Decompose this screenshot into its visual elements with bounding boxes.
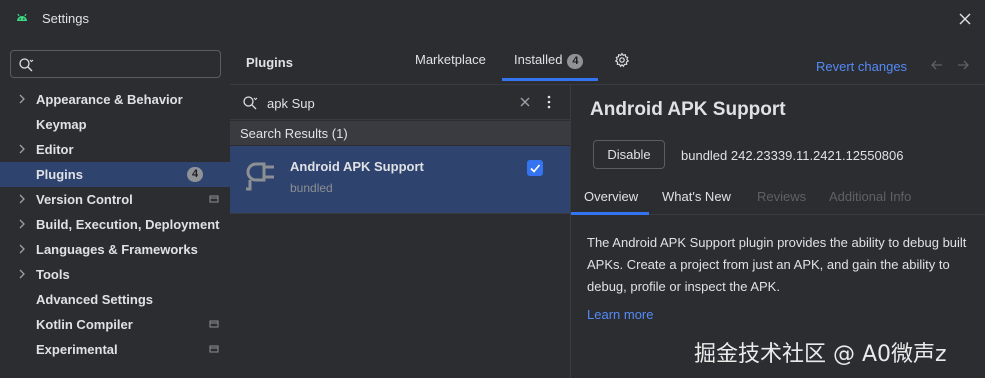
sidebar-item-label: Tools bbox=[36, 267, 70, 282]
disable-button[interactable]: Disable bbox=[593, 140, 665, 169]
tab-marketplace[interactable]: Marketplace bbox=[415, 52, 486, 67]
window-title: Settings bbox=[42, 11, 89, 26]
tab-installed[interactable]: Installed 4 bbox=[514, 52, 584, 69]
search-icon bbox=[243, 96, 258, 110]
sidebar-item-version-control[interactable]: Version Control bbox=[0, 187, 230, 212]
sidebar-item-label: Plugins bbox=[36, 167, 83, 182]
sidebar-item-languages[interactable]: Languages & Frameworks bbox=[0, 237, 230, 262]
settings-search-box[interactable] bbox=[10, 50, 221, 78]
plugin-description: The Android APK Support plugin provides … bbox=[587, 235, 967, 294]
tab-reviews[interactable]: Reviews bbox=[757, 189, 806, 204]
settings-search-input[interactable] bbox=[39, 54, 214, 74]
watermark: 掘金技术社区 @ A0微声z bbox=[694, 342, 947, 367]
settings-sidebar: Appearance & Behavior Keymap Editor Plug… bbox=[0, 38, 230, 378]
sidebar-item-label: Editor bbox=[36, 142, 74, 157]
android-studio-icon bbox=[17, 13, 27, 21]
learn-more-link[interactable]: Learn more bbox=[587, 307, 653, 322]
plugin-search-input[interactable] bbox=[267, 93, 497, 113]
plugin-list-item[interactable]: Android APK Support bundled bbox=[230, 146, 570, 213]
search-icon bbox=[19, 58, 34, 72]
sidebar-item-label: Kotlin Compiler bbox=[36, 317, 133, 332]
sidebar-item-label: Build, Execution, Deployment bbox=[36, 217, 220, 232]
project-level-icon bbox=[209, 345, 219, 353]
active-tab-indicator bbox=[502, 78, 598, 81]
plugin-name: Android APK Support bbox=[290, 159, 424, 174]
sidebar-item-label: Languages & Frameworks bbox=[36, 242, 198, 257]
more-options-icon[interactable] bbox=[541, 94, 557, 110]
gear-icon[interactable] bbox=[614, 52, 630, 68]
project-level-icon bbox=[209, 195, 219, 203]
sidebar-item-editor[interactable]: Editor bbox=[0, 137, 230, 162]
back-arrow-icon[interactable] bbox=[929, 57, 945, 73]
settings-nav: Appearance & Behavior Keymap Editor Plug… bbox=[0, 87, 230, 362]
enabled-checkbox[interactable] bbox=[527, 160, 543, 176]
chevron-right-icon bbox=[19, 244, 25, 254]
sidebar-item-keymap[interactable]: Keymap bbox=[0, 112, 230, 137]
plugin-list-empty-area bbox=[230, 213, 570, 378]
chevron-right-icon bbox=[19, 144, 25, 154]
sidebar-item-appearance[interactable]: Appearance & Behavior bbox=[0, 87, 230, 112]
sidebar-item-plugins[interactable]: Plugins 4 bbox=[0, 162, 230, 187]
sidebar-item-label: Appearance & Behavior bbox=[36, 92, 183, 107]
tab-overview[interactable]: Overview bbox=[584, 189, 638, 204]
plugin-version: bundled 242.23339.11.2421.12550806 bbox=[681, 148, 904, 163]
sidebar-item-advanced-settings[interactable]: Advanced Settings bbox=[0, 287, 230, 312]
sidebar-item-tools[interactable]: Tools bbox=[0, 262, 230, 287]
forward-arrow-icon[interactable] bbox=[955, 57, 971, 73]
plugin-status: bundled bbox=[290, 181, 333, 195]
plugin-search-box[interactable] bbox=[230, 85, 570, 120]
detail-tabs: Overview What's New Reviews Additional I… bbox=[571, 181, 985, 215]
sidebar-item-label: Advanced Settings bbox=[36, 292, 154, 307]
plugins-count-badge: 4 bbox=[187, 167, 203, 182]
page-title: Plugins bbox=[246, 55, 293, 70]
close-icon[interactable] bbox=[955, 9, 975, 29]
plugin-list-pane: Search Results (1) Android APK Support b… bbox=[230, 84, 570, 378]
tab-whats-new[interactable]: What's New bbox=[662, 189, 731, 204]
revert-changes-link[interactable]: Revert changes bbox=[816, 59, 907, 74]
active-detail-tab-indicator bbox=[571, 212, 649, 215]
sidebar-item-kotlin-compiler[interactable]: Kotlin Compiler bbox=[0, 312, 230, 337]
sidebar-item-experimental[interactable]: Experimental bbox=[0, 337, 230, 362]
title-bar: Settings bbox=[0, 0, 985, 38]
plugin-detail-pane: Android APK Support Disable bundled 242.… bbox=[570, 84, 985, 378]
clear-search-icon[interactable] bbox=[519, 96, 531, 108]
installed-count-badge: 4 bbox=[567, 54, 584, 69]
chevron-right-icon bbox=[19, 219, 25, 229]
sidebar-item-label: Experimental bbox=[36, 342, 118, 357]
sidebar-item-build[interactable]: Build, Execution, Deployment bbox=[0, 212, 230, 237]
search-results-header: Search Results (1) bbox=[230, 121, 570, 145]
chevron-right-icon bbox=[19, 269, 25, 279]
plugin-plug-icon bbox=[246, 162, 274, 191]
plugin-detail-title: Android APK Support bbox=[590, 99, 786, 120]
chevron-right-icon bbox=[19, 94, 25, 104]
project-level-icon bbox=[209, 320, 219, 328]
chevron-right-icon bbox=[19, 194, 25, 204]
sidebar-item-label: Keymap bbox=[36, 117, 87, 132]
sidebar-item-label: Version Control bbox=[36, 192, 133, 207]
tab-installed-label: Installed bbox=[514, 52, 563, 67]
tab-additional-info[interactable]: Additional Info bbox=[829, 189, 911, 204]
